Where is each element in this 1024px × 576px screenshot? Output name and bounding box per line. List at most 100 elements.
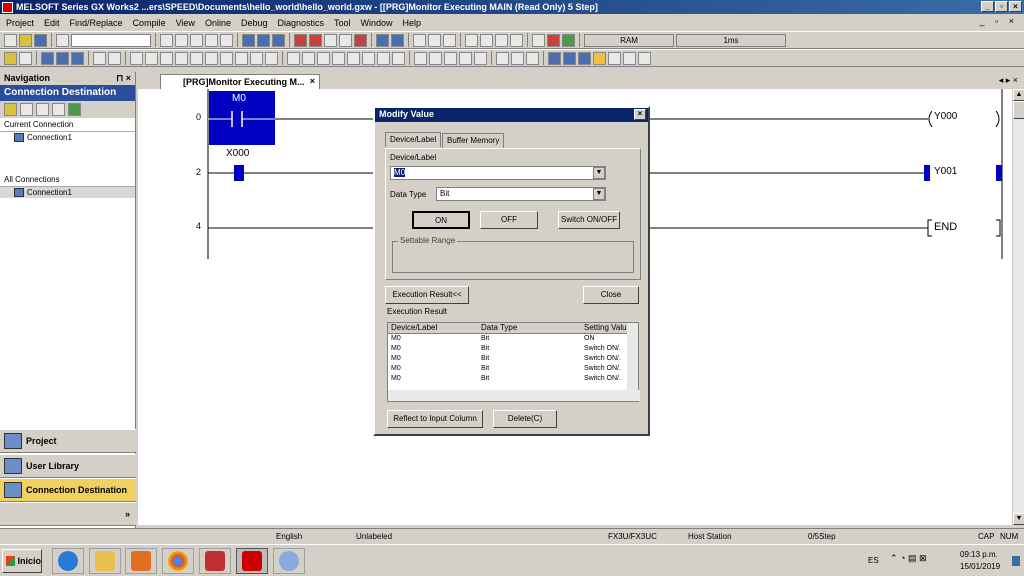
new-project-icon[interactable] <box>4 33 17 47</box>
device-test-icon[interactable] <box>608 51 621 65</box>
sf6-contact-icon[interactable] <box>175 51 188 65</box>
on-button[interactable]: ON <box>412 211 470 229</box>
language-indicator[interactable]: ES <box>868 556 879 565</box>
af7-icon[interactable] <box>317 51 330 65</box>
close-window-button[interactable]: × <box>1009 1 1022 12</box>
zoom-icon[interactable] <box>108 51 121 65</box>
menu-project[interactable]: Project <box>6 18 34 28</box>
diagram-icon-a[interactable] <box>465 33 478 47</box>
sf5-contact-icon[interactable] <box>145 51 158 65</box>
tray-icons[interactable]: ⌃ ◔ ▤ ⊠ <box>890 553 927 564</box>
menu-help[interactable]: Help <box>403 18 422 28</box>
list-icon[interactable] <box>41 51 54 65</box>
f5-contact-icon[interactable] <box>130 51 143 65</box>
compile-icon[interactable] <box>242 33 255 47</box>
chevron-down-icon[interactable]: ▼ <box>593 188 605 200</box>
navigation-pin-close[interactable]: ⊓ × <box>116 73 131 84</box>
save-icon[interactable] <box>34 33 47 47</box>
table-row[interactable]: M0 Bit Switch ON/. <box>388 354 638 364</box>
clock-time[interactable]: 09:13 p.m. <box>960 550 998 559</box>
run-stop-icon[interactable] <box>547 33 560 47</box>
menu-edit[interactable]: Edit <box>44 18 60 28</box>
view-icon[interactable] <box>443 33 456 47</box>
menu-online[interactable]: Online <box>205 18 231 28</box>
device-list-icon[interactable] <box>56 51 69 65</box>
monitor-icon[interactable] <box>354 33 367 47</box>
read-plc-icon[interactable] <box>294 33 307 47</box>
magnifier-icon[interactable] <box>638 51 651 65</box>
nav-user-library-button[interactable]: User Library <box>0 454 136 478</box>
refresh-icon[interactable] <box>68 103 81 116</box>
col-device-label[interactable]: Device/Label <box>388 323 478 333</box>
taskbar-chrome[interactable] <box>162 548 194 574</box>
paste-icon[interactable] <box>190 33 203 47</box>
tab-close-icon[interactable]: × <box>310 76 315 86</box>
diagram-icon-c[interactable] <box>495 33 508 47</box>
copy-connection-icon[interactable] <box>20 103 33 116</box>
undo-icon[interactable] <box>205 33 218 47</box>
rebuild-icon[interactable] <box>257 33 270 47</box>
fn-icon[interactable] <box>474 51 487 65</box>
menu-tool[interactable]: Tool <box>334 18 351 28</box>
caf10-icon[interactable] <box>362 51 375 65</box>
verify-plc-icon[interactable] <box>324 33 337 47</box>
cf9-line-icon[interactable] <box>250 51 263 65</box>
paste-connection-icon[interactable] <box>36 103 49 116</box>
table-icon[interactable] <box>511 51 524 65</box>
scroll-down-button[interactable]: ▼ <box>1013 513 1024 525</box>
split-icon[interactable] <box>496 51 509 65</box>
f6-contact-icon[interactable] <box>160 51 173 65</box>
nav-connection-destination-button[interactable]: Connection Destination <box>0 478 136 502</box>
open-project-icon[interactable] <box>19 33 32 47</box>
connection-settings-icon[interactable] <box>52 103 65 116</box>
menu-compile[interactable]: Compile <box>133 18 166 28</box>
f7-coil-icon[interactable] <box>190 51 203 65</box>
project-view-icon[interactable] <box>4 51 17 65</box>
modify-value-icon[interactable] <box>593 51 606 65</box>
sf7-icon[interactable] <box>287 51 300 65</box>
convert-icon[interactable] <box>272 33 285 47</box>
taskbar-media[interactable] <box>125 548 157 574</box>
af5-icon[interactable] <box>444 51 457 65</box>
taskbar-paint[interactable] <box>273 548 305 574</box>
scroll-thumb[interactable] <box>1013 101 1024 119</box>
restore-button[interactable]: ▫ <box>995 1 1008 12</box>
delete-button[interactable]: Delete(C) <box>493 410 557 428</box>
sf6b-icon[interactable] <box>429 51 442 65</box>
table-row[interactable]: M0 Bit Switch ON/. <box>388 374 638 384</box>
start-button[interactable]: Inicio <box>2 549 42 573</box>
reflect-to-input-button[interactable]: Reflect to Input Column <box>387 410 483 428</box>
sf10-icon[interactable] <box>392 51 405 65</box>
taskbar-explorer[interactable] <box>89 548 121 574</box>
col-setting-value[interactable]: Setting Valu <box>581 323 626 333</box>
taskbar-toolbox[interactable] <box>199 548 231 574</box>
mdi-controls[interactable]: _ ▫ × <box>980 16 1018 26</box>
f8-instruction-icon[interactable] <box>205 51 218 65</box>
watch-icon[interactable] <box>391 33 404 47</box>
off-button[interactable]: OFF <box>480 211 538 229</box>
diagram-icon-d[interactable] <box>510 33 523 47</box>
new-connection-icon[interactable] <box>4 103 17 116</box>
sf8-icon[interactable] <box>302 51 315 65</box>
comment-icon[interactable] <box>93 51 106 65</box>
col-data-type[interactable]: Data Type <box>478 323 581 333</box>
sampling-icon[interactable] <box>623 51 636 65</box>
af9-icon[interactable] <box>377 51 390 65</box>
copy-icon[interactable] <box>175 33 188 47</box>
minimize-button[interactable]: _ <box>981 1 994 12</box>
data-type-combo[interactable]: Bit ▼ <box>436 187 606 201</box>
table-row[interactable]: M0 Bit Switch ON/. <box>388 364 638 374</box>
menu-window[interactable]: Window <box>361 18 393 28</box>
toolbar-combo[interactable] <box>71 33 151 47</box>
watch-start-icon[interactable] <box>563 51 576 65</box>
menu-diagnostics[interactable]: Diagnostics <box>277 18 324 28</box>
ladder-monitor-icon[interactable] <box>548 51 561 65</box>
nav-expand-button[interactable]: » <box>0 502 136 526</box>
write-plc-icon[interactable] <box>309 33 322 47</box>
cf10-delete-icon[interactable] <box>265 51 278 65</box>
nav-project-button[interactable]: Project <box>0 429 136 453</box>
help-icon[interactable] <box>56 33 69 47</box>
table-row[interactable]: M0 Bit Switch ON/. <box>388 344 638 354</box>
current-connection-item[interactable]: Connection1 <box>0 132 135 143</box>
watch-stop-icon[interactable] <box>578 51 591 65</box>
